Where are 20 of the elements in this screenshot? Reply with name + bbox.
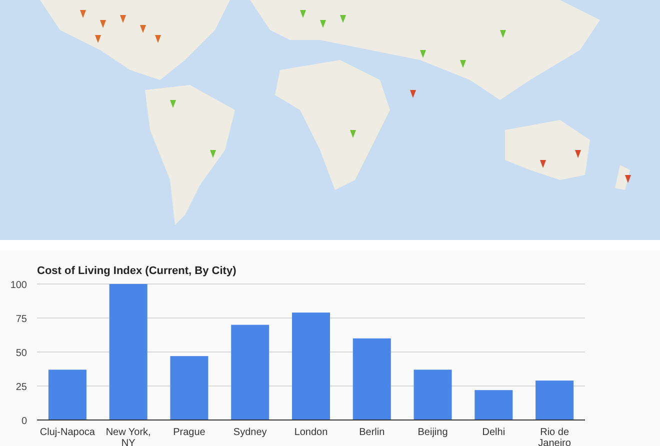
x-axis-label: New York, NY: [106, 427, 151, 446]
x-axis-label: Beijing: [418, 427, 448, 438]
y-tick-label: 75: [16, 314, 27, 325]
y-tick-label: 0: [21, 416, 27, 427]
x-axis-label: London: [294, 427, 328, 438]
x-axis-label: Rio de Janeiro: [538, 427, 571, 446]
bar: [474, 390, 513, 420]
x-axis-label: Sydney: [233, 427, 267, 438]
bar: [48, 370, 86, 420]
x-axis-label: Prague: [173, 427, 206, 438]
bar: [536, 380, 574, 420]
x-axis-label: Delhi: [482, 427, 506, 438]
x-axis-label: Cluj-Napoca: [40, 427, 95, 438]
bar: [414, 370, 452, 420]
bar: [170, 356, 208, 420]
y-tick-label: 25: [16, 382, 27, 393]
y-tick-label: 50: [16, 348, 27, 359]
x-axis-label: Berlin: [359, 427, 385, 438]
y-tick-label: 100: [10, 280, 27, 291]
chart-title: Cost of Living Index (Current, By City): [37, 265, 236, 277]
